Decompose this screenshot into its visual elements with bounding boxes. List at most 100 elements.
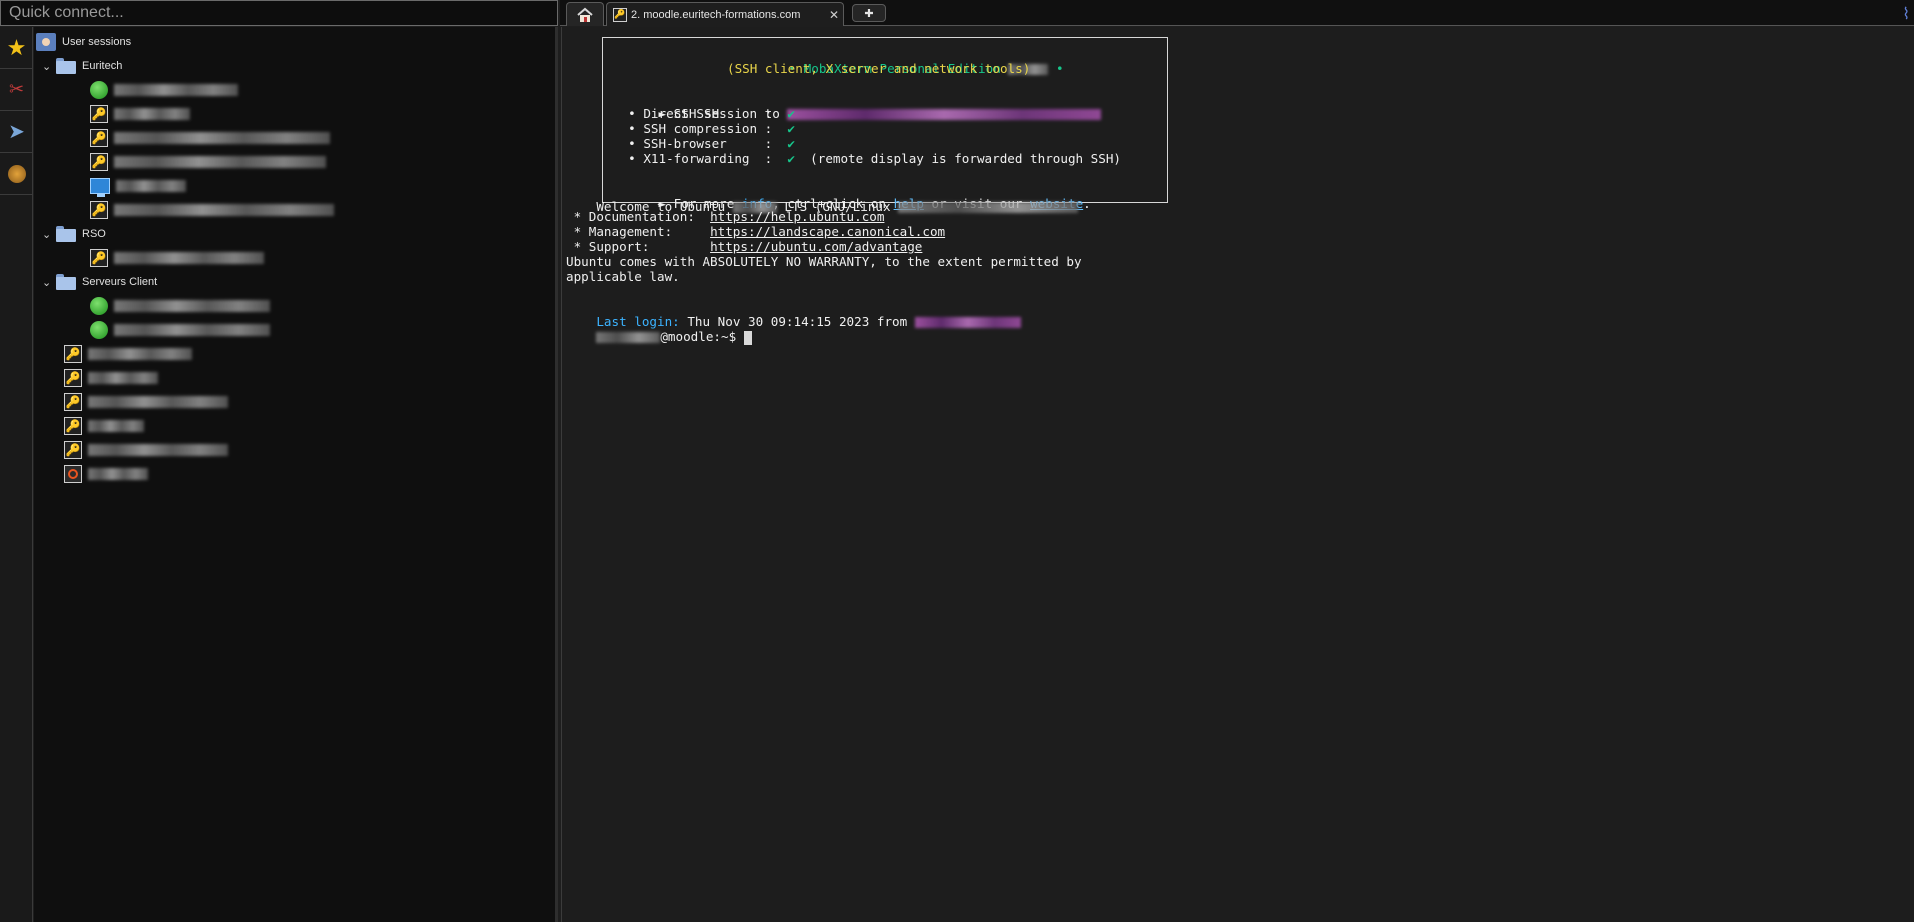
- ubuntu-icon: [64, 465, 82, 483]
- session-item[interactable]: 🔑: [90, 199, 334, 221]
- send-icon: ➤: [8, 121, 25, 143]
- folder-serveurs-client[interactable]: ⌄ Serveurs Client: [42, 271, 157, 293]
- session-item[interactable]: 🔑: [64, 343, 192, 365]
- key-icon: 🔑: [64, 393, 82, 411]
- session-tree: User sessions ⌄ Euritech 🔑 🔑 🔑 🔑 ⌄ RSO 🔑…: [34, 27, 558, 922]
- paperclip-icon[interactable]: ⌇: [1902, 4, 1910, 24]
- star-icon: ★: [6, 34, 27, 60]
- redacted-user: [596, 332, 661, 343]
- redacted-label: [114, 324, 270, 336]
- user-sessions-icon: [36, 33, 56, 51]
- tree-root[interactable]: User sessions: [36, 31, 131, 53]
- session-item[interactable]: [64, 463, 148, 485]
- quick-connect-box[interactable]: [0, 0, 558, 26]
- mgmt-label: * Management:: [566, 224, 711, 239]
- globe-icon: [90, 81, 108, 99]
- macros-rail-button[interactable]: ➤: [0, 111, 33, 153]
- key-icon: 🔑: [64, 417, 82, 435]
- windows-rdp-icon: [90, 178, 110, 197]
- redacted-label: [114, 108, 190, 120]
- tab-bar: 🔑 2. moodle.euritech-formations.com ✕ ✚ …: [560, 0, 1914, 26]
- quick-connect-input[interactable]: [1, 1, 557, 25]
- key-icon: 🔑: [64, 441, 82, 459]
- check-icon: ✔: [787, 151, 795, 166]
- session-item[interactable]: 🔑: [64, 439, 228, 461]
- banner-compression: • SSH compression :: [613, 121, 788, 136]
- close-icon[interactable]: ✕: [829, 8, 839, 22]
- session-item[interactable]: 🔑: [64, 367, 158, 389]
- folder-icon: [56, 58, 76, 74]
- terminal-pane[interactable]: • MobaXterm Personal Edition • (SSH clie…: [561, 27, 1914, 922]
- support-label: * Support:: [566, 239, 711, 254]
- warranty-line: applicable law.: [566, 269, 680, 284]
- redacted-kernel: [898, 202, 1079, 213]
- banner-subtitle: (SSH client, X server and network tools): [727, 61, 1031, 76]
- key-icon: 🔑: [90, 201, 108, 219]
- sessions-rail-button[interactable]: ★: [0, 27, 33, 69]
- session-item[interactable]: 🔑: [90, 151, 326, 173]
- session-item[interactable]: 🔑: [90, 127, 330, 149]
- folder-label: Euritech: [82, 60, 123, 72]
- tab-session[interactable]: 🔑 2. moodle.euritech-formations.com ✕: [606, 2, 844, 26]
- redacted-label: [114, 204, 334, 216]
- plus-icon: ✚: [864, 7, 874, 20]
- redacted-label: [88, 468, 148, 480]
- redacted-host: [787, 109, 1102, 120]
- redacted-label: [114, 252, 264, 264]
- home-icon: [577, 7, 593, 22]
- session-item[interactable]: [90, 295, 270, 317]
- support-url[interactable]: https://ubuntu.com/advantage: [710, 239, 922, 254]
- folder-rso[interactable]: ⌄ RSO: [42, 223, 106, 245]
- banner-x11: • X11-forwarding :: [613, 151, 788, 166]
- doc-url[interactable]: https://help.ubuntu.com: [710, 209, 884, 224]
- redacted-label: [88, 348, 192, 360]
- tools-icon: ✂: [8, 79, 25, 99]
- redacted-label: [114, 132, 330, 144]
- session-item[interactable]: 🔑: [64, 391, 228, 413]
- banner-more-text: .: [1083, 196, 1091, 211]
- text-cursor: [743, 330, 752, 345]
- redacted-label: [88, 372, 158, 384]
- mobaxterm-banner: • MobaXterm Personal Edition • (SSH clie…: [602, 37, 1168, 211]
- banner-edition-end: •: [1048, 61, 1064, 76]
- banner-x11-note: (remote display is forwarded through SSH…: [794, 151, 1122, 166]
- folder-label: RSO: [82, 228, 106, 240]
- tab-home[interactable]: [566, 2, 604, 26]
- check-icon: ✔: [787, 121, 795, 136]
- redacted-label: [88, 444, 228, 456]
- warranty-line: Ubuntu comes with ABSOLUTELY NO WARRANTY…: [566, 254, 1082, 269]
- session-item[interactable]: [90, 319, 270, 341]
- redacted-label: [114, 300, 270, 312]
- session-item[interactable]: 🔑: [90, 247, 264, 269]
- folder-euritech[interactable]: ⌄ Euritech: [42, 55, 122, 77]
- mgmt-url[interactable]: https://landscape.canonical.com: [710, 224, 945, 239]
- redacted-label: [114, 84, 238, 96]
- sftp-rail-button[interactable]: [0, 153, 33, 195]
- tab-session-label: 2. moodle.euritech-formations.com: [631, 8, 801, 21]
- key-icon: 🔑: [90, 153, 108, 171]
- session-item[interactable]: [90, 79, 238, 101]
- new-tab-button[interactable]: ✚: [852, 4, 886, 22]
- left-icon-rail: ★ ✂ ➤: [0, 27, 33, 922]
- key-icon: 🔑: [90, 105, 108, 123]
- redacted-label: [88, 396, 228, 408]
- session-item[interactable]: 🔑: [90, 103, 190, 125]
- tree-root-label: User sessions: [62, 36, 132, 48]
- redacted-label: [88, 420, 144, 432]
- globe-icon: [90, 321, 108, 339]
- key-icon: 🔑: [613, 7, 627, 22]
- session-item[interactable]: [90, 175, 186, 197]
- key-icon: 🔑: [90, 249, 108, 267]
- redacted-label: [114, 156, 326, 168]
- redacted-ip: [914, 317, 1021, 328]
- chevron-down-icon[interactable]: ⌄: [42, 60, 56, 73]
- tools-rail-button[interactable]: ✂: [0, 69, 33, 111]
- redacted-label: [116, 180, 186, 192]
- folder-icon: [56, 274, 76, 290]
- session-item[interactable]: 🔑: [64, 415, 144, 437]
- chevron-down-icon[interactable]: ⌄: [42, 228, 56, 241]
- banner-browser: • SSH-browser :: [613, 136, 788, 151]
- chevron-down-icon[interactable]: ⌄: [42, 276, 56, 289]
- shell-prompt: @moodle:~$: [660, 329, 744, 344]
- banner-direct-ssh: • Direct SSH :: [613, 106, 788, 121]
